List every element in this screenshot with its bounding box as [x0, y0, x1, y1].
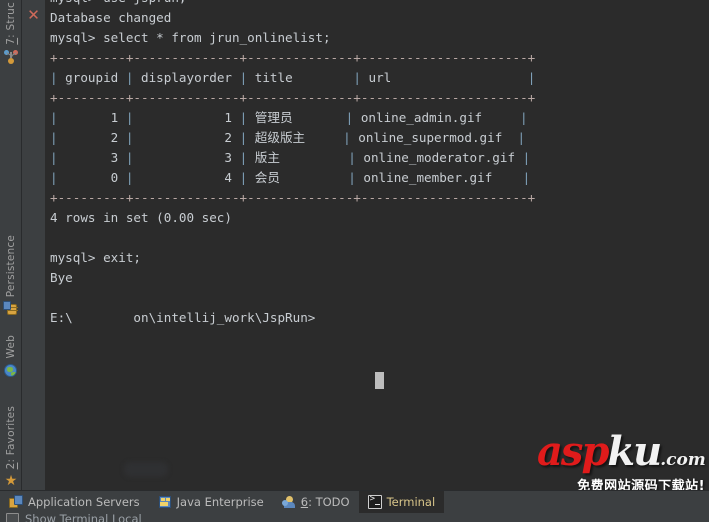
sidebar-item-web[interactable]: Web [0, 335, 22, 379]
tab-todo-label: 6: TODO [300, 495, 350, 509]
sidebar-item-structure-label: 7: Struc [5, 2, 17, 45]
terminal-output: mysql> use jsprun; Database changed mysq… [50, 0, 536, 325]
tool-window-bar-overflow: Show Terminal Local [0, 513, 709, 522]
tab-terminal[interactable]: Terminal [358, 491, 445, 513]
tab-terminal-label: Terminal [386, 495, 436, 509]
java-enterprise-icon [158, 495, 172, 509]
redacted-path-segment [124, 462, 168, 477]
close-icon[interactable]: ✕ [25, 7, 42, 24]
web-icon [3, 363, 19, 379]
terminal-close-column: ✕ [22, 0, 45, 500]
tab-application-servers[interactable]: Application Servers [0, 491, 149, 513]
tool-window-tabs: Application Servers Java Enterprise 6: T… [0, 491, 445, 513]
star-icon: ★ [4, 473, 18, 490]
tab-todo[interactable]: 6: TODO [273, 491, 359, 513]
left-tool-strip: 7: Struc Persistence Web 2: Favorites ★ [0, 0, 22, 500]
sidebar-item-persistence[interactable]: Persistence [0, 235, 22, 317]
sidebar-item-favorites[interactable]: 2: Favorites ★ [0, 406, 22, 489]
terminal-cursor [375, 372, 384, 389]
tab-java-enterprise-label: Java Enterprise [176, 495, 264, 509]
persistence-icon [3, 301, 19, 317]
sidebar-item-persistence-label: Persistence [5, 235, 17, 298]
overflow-label: Show Terminal Local [25, 513, 142, 522]
ide-window: 7: Struc Persistence Web 2: Favorites ★ … [0, 0, 709, 522]
sidebar-item-web-label: Web [5, 335, 17, 359]
todo-icon [281, 495, 296, 509]
tab-java-enterprise[interactable]: Java Enterprise [149, 491, 273, 513]
app-servers-icon [9, 495, 23, 509]
terminal-panel[interactable]: mysql> use jsprun; Database changed mysq… [45, 0, 709, 490]
terminal-icon [367, 494, 382, 509]
sidebar-item-favorites-label: 2: Favorites [5, 406, 17, 470]
structure-icon [3, 49, 19, 65]
sidebar-item-structure[interactable]: 7: Struc [0, 2, 22, 65]
tab-application-servers-label: Application Servers [28, 495, 140, 509]
tool-window-bar: Application Servers Java Enterprise 6: T… [0, 490, 709, 522]
overflow-icon [6, 513, 19, 522]
